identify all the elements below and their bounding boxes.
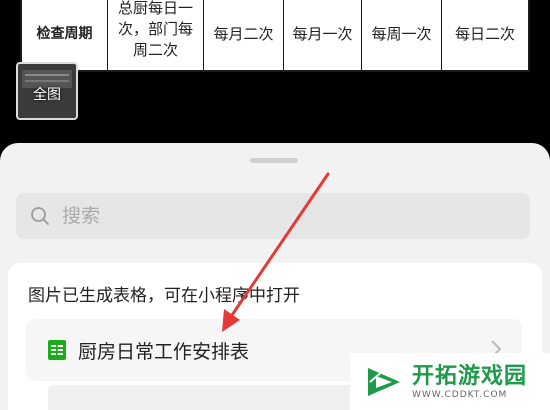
table-row: 检查周期 总厨每日一 次，部门每 周二次 每月二次 每月一次 每周一次 每日二次	[22, 0, 528, 70]
result-hint: 图片已生成表格，可在小程序中打开	[28, 286, 300, 306]
watermark-logo-icon	[368, 367, 400, 396]
site-watermark: 开拓游戏园 WWW.CDDKT.COM	[350, 353, 550, 410]
cell-line: 总厨每日一	[117, 0, 193, 17]
image-viewer: 检查周期 总厨每日一 次，部门每 周二次 每月二次 每月一次 每周一次 每日二次…	[0, 0, 550, 145]
spreadsheet-icon	[48, 340, 66, 360]
watermark-url: WWW.CDDKT.COM	[412, 389, 508, 400]
table-cell: 每月一次	[284, 0, 362, 70]
search-input[interactable]	[62, 205, 462, 227]
search-bar[interactable]	[16, 193, 530, 239]
table-cell: 每月二次	[204, 0, 284, 70]
sheet-drag-handle[interactable]	[250, 158, 298, 163]
cell-line: 周二次	[132, 41, 178, 59]
photographed-table: 检查周期 总厨每日一 次，部门每 周二次 每月二次 每月一次 每周一次 每日二次	[20, 0, 530, 72]
full-image-thumbnail[interactable]: 全图	[16, 62, 78, 120]
table-cell: 总厨每日一 次，部门每 周二次	[108, 0, 204, 70]
thumbnail-label: 全图	[33, 87, 61, 103]
search-icon	[31, 207, 49, 225]
file-name: 厨房日常工作安排表	[78, 340, 250, 363]
table-cell: 每周一次	[362, 0, 442, 70]
table-cell: 每日二次	[454, 24, 515, 43]
watermark-brand: 开拓游戏园	[412, 363, 528, 389]
table-header-cell: 检查周期	[22, 0, 108, 70]
cell-line: 次，部门每	[117, 20, 193, 38]
